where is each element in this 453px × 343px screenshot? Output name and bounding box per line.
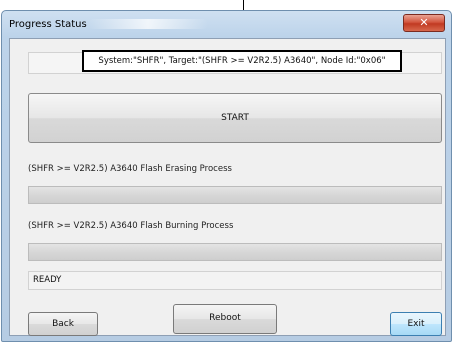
title-blur xyxy=(88,19,208,29)
erase-progress-bar xyxy=(28,186,442,204)
erase-process-label: (SHFR >= V2R2.5) A3640 Flash Erasing Pro… xyxy=(28,164,232,174)
close-icon: ✕ xyxy=(419,16,429,29)
progress-status-window: Progress Status ✕ System:"SHFR", Target:… xyxy=(1,10,452,342)
close-button[interactable]: ✕ xyxy=(403,14,445,32)
title-bar[interactable]: Progress Status ✕ xyxy=(2,11,451,37)
exit-button[interactable]: Exit xyxy=(390,312,442,336)
system-info-text: System:"SHFR", Target:"(SHFR >= V2R2.5) … xyxy=(82,50,402,72)
window-title: Progress Status xyxy=(9,19,87,30)
burn-process-label: (SHFR >= V2R2.5) A3640 Flash Burning Pro… xyxy=(28,221,234,231)
info-box: System:"SHFR", Target:"(SHFR >= V2R2.5) … xyxy=(28,50,442,74)
reboot-button[interactable]: Reboot xyxy=(173,304,277,334)
status-box: READY xyxy=(28,271,442,290)
client-area: System:"SHFR", Target:"(SHFR >= V2R2.5) … xyxy=(9,38,446,336)
back-button[interactable]: Back xyxy=(28,312,98,336)
burn-progress-bar xyxy=(28,243,442,261)
start-button[interactable]: START xyxy=(28,93,442,143)
